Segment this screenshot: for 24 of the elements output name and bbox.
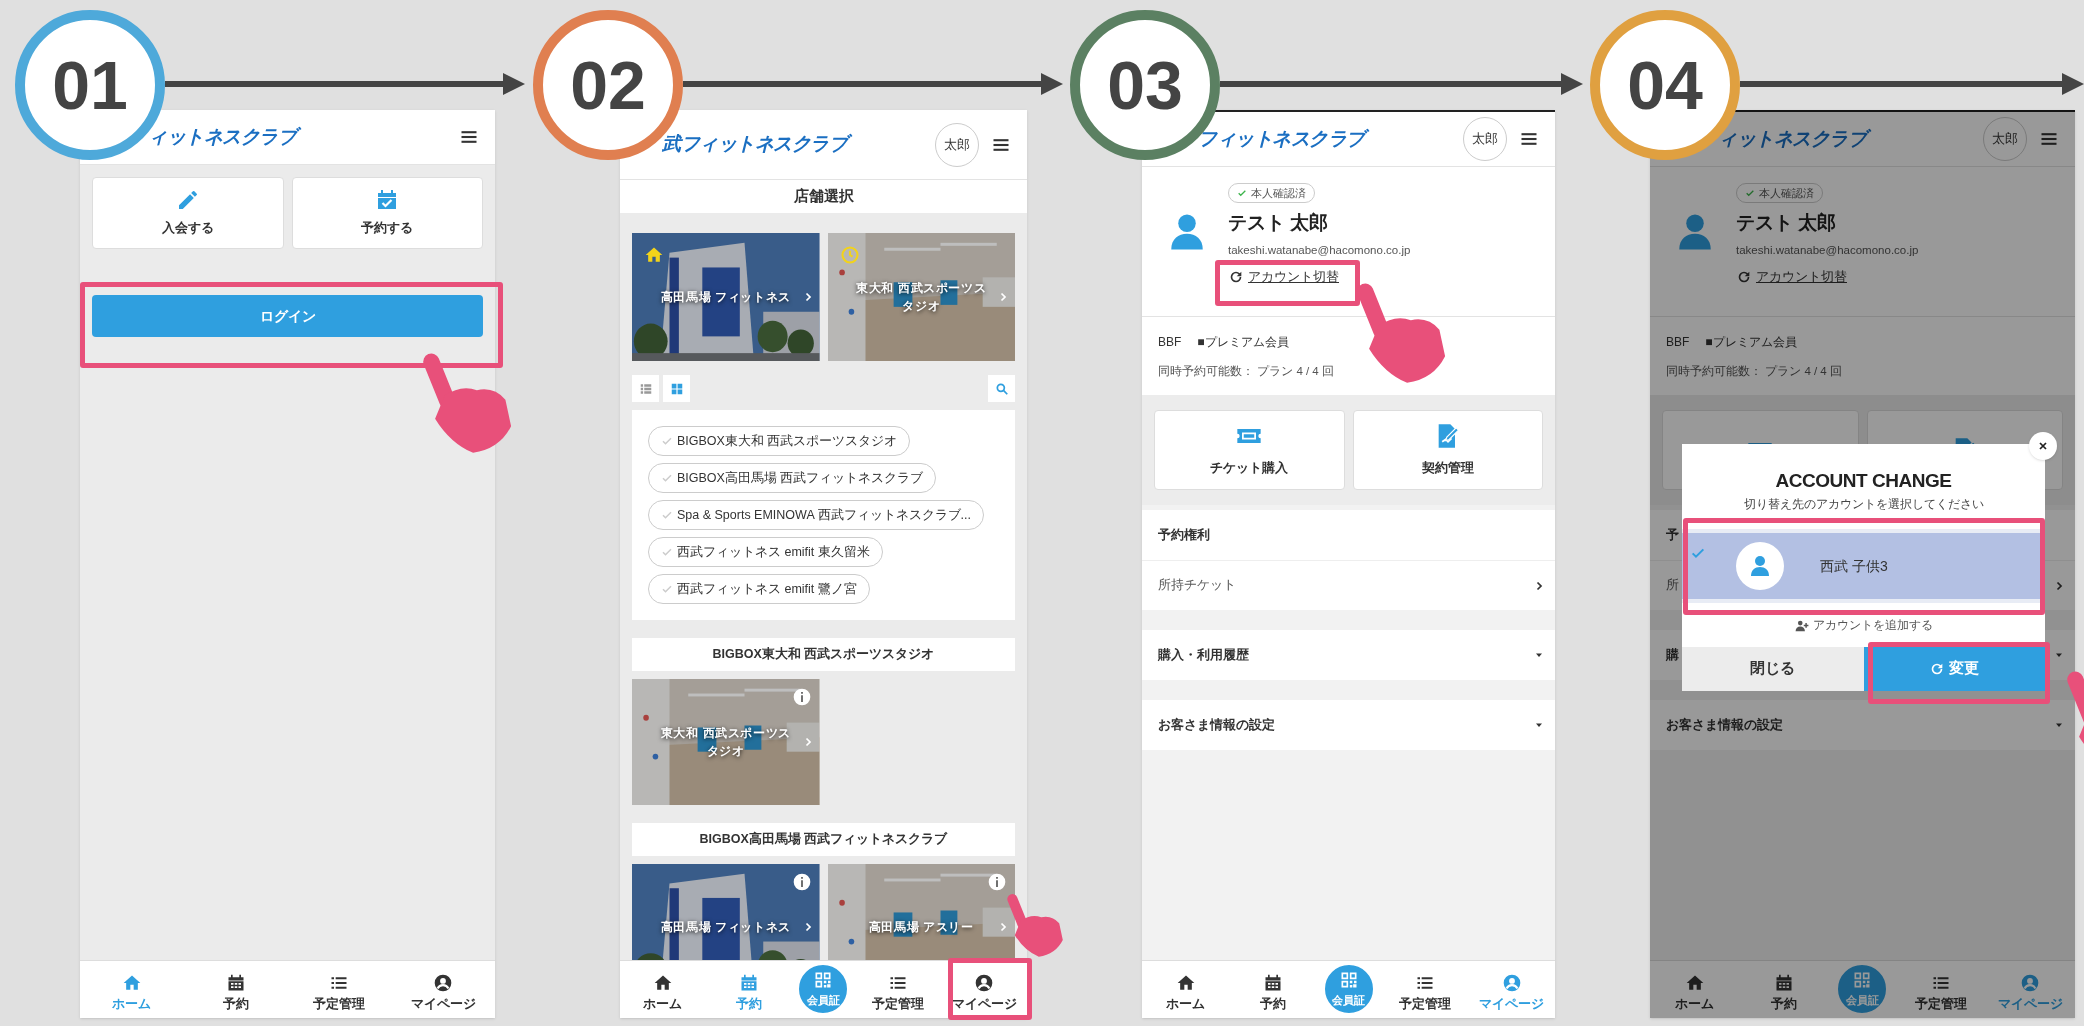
row-label: 予	[1666, 526, 1679, 544]
row-label: 所持チケット	[1158, 577, 1236, 595]
plan-text: BBF	[1158, 334, 1182, 351]
user-name: テスト 太郎	[1228, 211, 1329, 235]
section-title: BIGBOX高田馬場 西武フィットネスクラブ	[632, 823, 1015, 856]
row-label: 予約権利	[1158, 526, 1210, 544]
reservation-quota: 同時予約可能数： プラン 4 / 4 回	[1158, 364, 1335, 379]
row-label: お客さま情報の設定	[1158, 716, 1275, 734]
plan-text: ■プレミアム会員	[1197, 334, 1289, 351]
dialog-title: ACCOUNT CHANGE	[1775, 470, 1952, 492]
page-title: 店舗選択	[620, 180, 1027, 213]
section-title: BIGBOX東大和 西武スポーツスタジオ	[632, 638, 1015, 671]
user-name: テスト 太郎	[1736, 211, 1837, 235]
row-label: 購	[1666, 646, 1679, 664]
reservation-quota: 同時予約可能数： プラン 4 / 4 回	[1666, 364, 1843, 379]
plan-text: BBF	[1666, 334, 1690, 351]
row-label: 購入・利用履歴	[1158, 646, 1249, 664]
plan-text: ■プレミアム会員	[1705, 334, 1797, 351]
user-email: takeshi.watanabe@hacomono.co.jp	[1228, 242, 1411, 258]
user-email: takeshi.watanabe@hacomono.co.jp	[1736, 242, 1919, 258]
row-label: 所	[1666, 577, 1679, 595]
dialog-subtitle: 切り替え先のアカウントを選択してください	[1743, 497, 1984, 512]
row-label: お客さま情報の設定	[1666, 716, 1783, 734]
account-name: 西武 子供3	[1820, 556, 1888, 576]
